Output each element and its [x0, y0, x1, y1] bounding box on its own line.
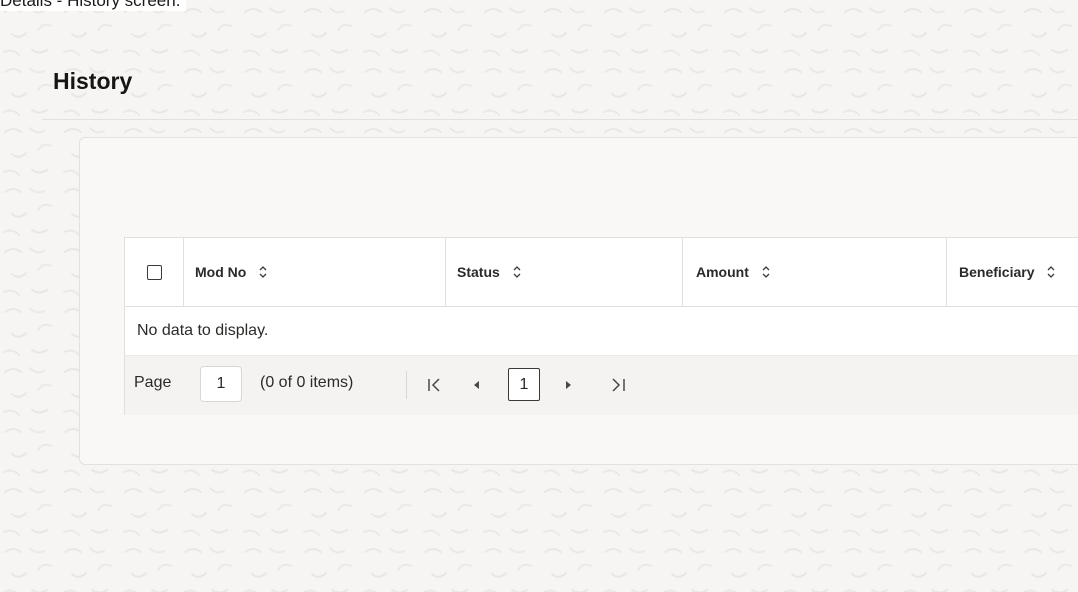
next-page-icon: [566, 381, 571, 389]
pagination-divider: [406, 371, 407, 399]
column-header-amount[interactable]: Amount: [683, 238, 947, 306]
select-all-checkbox[interactable]: [146, 264, 162, 280]
first-page-button[interactable]: [423, 370, 447, 400]
history-table: Mod No Status Amount Beneficiary No data…: [124, 237, 1078, 415]
column-header-label: Amount: [696, 264, 749, 280]
sort-icon[interactable]: [512, 265, 522, 279]
column-header-label: Beneficiary: [959, 264, 1035, 280]
sort-icon[interactable]: [761, 265, 771, 279]
select-all-cell: [125, 238, 184, 306]
column-header-label: Status: [457, 264, 500, 280]
item-range-text: (0 of 0 items): [260, 374, 354, 391]
screen-caption: Details - History screen.: [0, 0, 187, 11]
column-header-label: Mod No: [195, 264, 247, 280]
page-title: History: [53, 68, 133, 94]
previous-page-button[interactable]: [465, 370, 489, 400]
pagination-bar: Page (0 of 0 items) 1: [125, 355, 1078, 415]
first-page-icon: [428, 378, 440, 392]
last-page-button[interactable]: [607, 370, 631, 400]
sort-icon[interactable]: [258, 265, 268, 279]
sort-icon[interactable]: [1046, 265, 1056, 279]
page-number-input[interactable]: [200, 366, 242, 402]
column-header-beneficiary[interactable]: Beneficiary: [947, 238, 1078, 306]
table-header: Mod No Status Amount Beneficiary: [125, 238, 1078, 307]
current-page-button[interactable]: 1: [508, 368, 540, 401]
next-page-button[interactable]: [556, 370, 580, 400]
page-label: Page: [134, 374, 172, 391]
last-page-icon: [612, 378, 625, 392]
empty-table-message: No data to display.: [137, 322, 269, 339]
column-header-status[interactable]: Status: [446, 238, 683, 306]
previous-page-icon: [474, 381, 479, 389]
title-divider: [42, 119, 1078, 120]
column-header-mod-no[interactable]: Mod No: [184, 238, 446, 306]
